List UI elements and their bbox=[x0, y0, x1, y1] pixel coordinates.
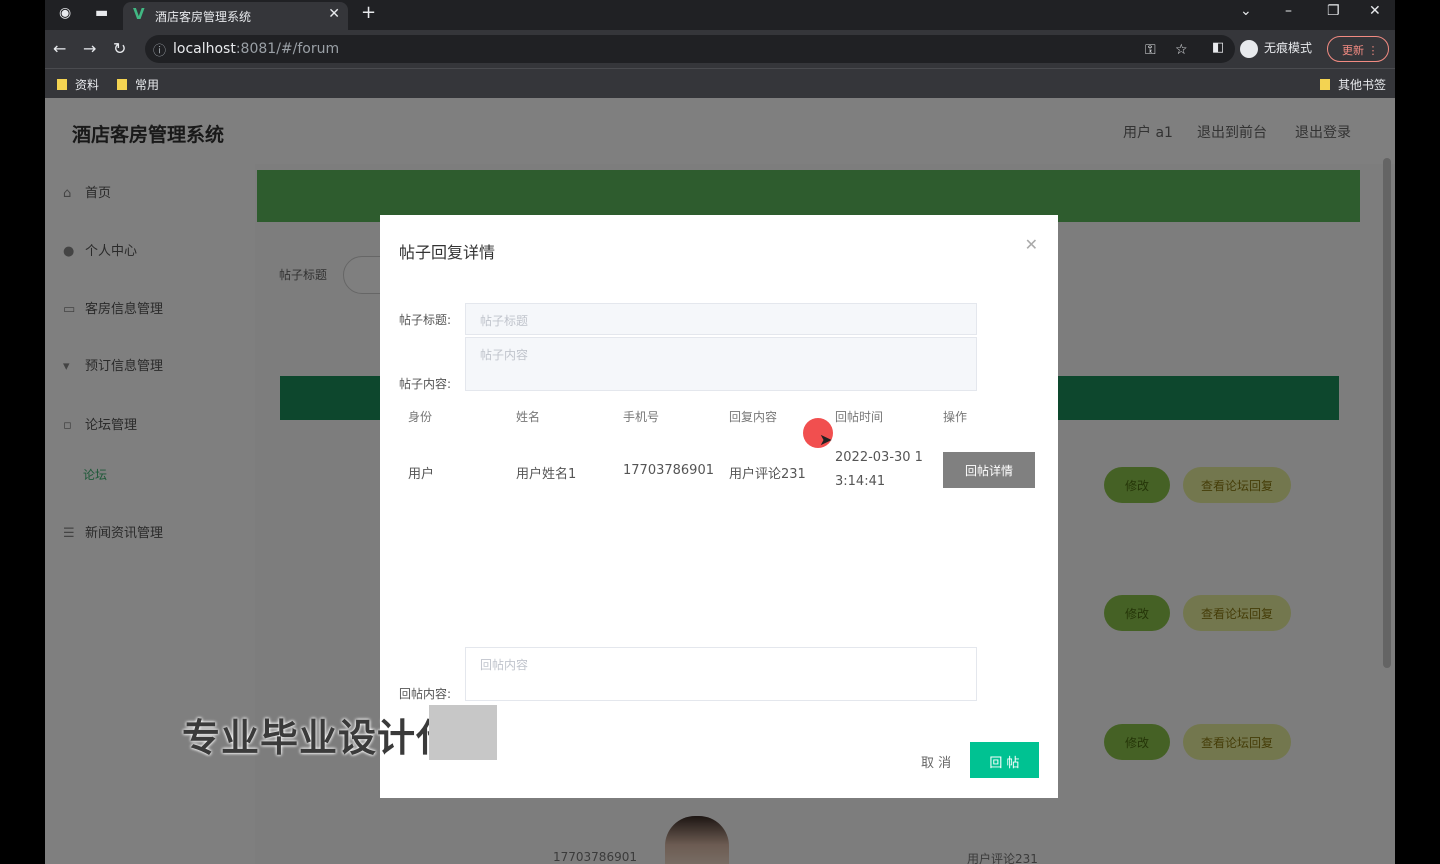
new-tab-icon[interactable]: + bbox=[361, 2, 376, 23]
submit-reply-button[interactable]: 回 帖 bbox=[970, 742, 1039, 778]
post-content-field[interactable]: 帖子内容 bbox=[465, 337, 977, 391]
cell-role: 用户 bbox=[408, 467, 435, 482]
reply-content-label: 回帖内容: bbox=[399, 687, 452, 701]
url-text: localhost:8081/#/forum bbox=[173, 41, 340, 57]
key-icon[interactable]: ⚿ bbox=[1145, 42, 1156, 58]
screen-border-left bbox=[0, 0, 45, 864]
browser-menu-icon[interactable]: ◉ bbox=[59, 5, 71, 21]
update-button[interactable]: 更新 ⋮ bbox=[1327, 36, 1389, 62]
screen-border-right bbox=[1395, 0, 1440, 864]
folder-icon bbox=[1320, 79, 1330, 90]
bookmark-folder-changyong[interactable]: 常用 bbox=[117, 76, 159, 93]
post-title-label: 帖子标题: bbox=[399, 313, 452, 327]
restore-icon[interactable]: ❐ bbox=[1327, 3, 1340, 19]
site-info-icon[interactable]: ⓘ bbox=[153, 40, 166, 59]
address-bar: ← → ↻ ⓘ localhost:8081/#/forum ⚿ ☆ ◧ 无痕模… bbox=[45, 30, 1395, 68]
cell-name: 用户姓名1 bbox=[516, 467, 577, 482]
cell-reply-content: 用户评论231 bbox=[729, 467, 806, 482]
reply-detail-button[interactable]: 回帖详情 bbox=[943, 452, 1035, 488]
bookmark-star-icon[interactable]: ☆ bbox=[1175, 42, 1188, 58]
back-icon[interactable]: ← bbox=[53, 39, 66, 58]
browser-window: ◉ ▬ V 酒店客房管理系统 ✕ + ⌄ – ❐ ✕ ← → ↻ ⓘ local… bbox=[45, 0, 1395, 864]
url-input[interactable]: ⓘ localhost:8081/#/forum ⚿ ☆ bbox=[145, 35, 1235, 63]
cell-time-line1: 2022-03-30 1 bbox=[835, 450, 923, 465]
reload-icon[interactable]: ↻ bbox=[113, 39, 126, 58]
forward-icon[interactable]: → bbox=[83, 39, 96, 58]
incognito-icon bbox=[1240, 39, 1258, 58]
dialog-close-icon[interactable]: ✕ bbox=[1025, 235, 1038, 254]
bookmarks-bar: 资料 常用 其他书签 bbox=[45, 68, 1395, 98]
col-name: 姓名 bbox=[516, 410, 541, 424]
folder-icon bbox=[117, 79, 127, 90]
incognito-indicator[interactable]: 无痕模式 bbox=[1240, 39, 1312, 58]
reply-content-field[interactable]: 回帖内容 bbox=[465, 647, 977, 701]
tab-close-icon[interactable]: ✕ bbox=[328, 6, 340, 22]
col-phone: 手机号 bbox=[623, 410, 660, 424]
side-panel-icon[interactable]: ◧ bbox=[1212, 40, 1224, 55]
bookmark-folder-ziliao[interactable]: 资料 bbox=[57, 76, 99, 93]
tab-list-icon[interactable]: ⌄ bbox=[1240, 3, 1252, 19]
col-role: 身份 bbox=[408, 410, 433, 424]
post-title-field[interactable]: 帖子标题 bbox=[465, 303, 977, 335]
dialog-title: 帖子回复详情 bbox=[399, 243, 496, 262]
tab-active[interactable]: V 酒店客房管理系统 ✕ bbox=[123, 2, 348, 30]
tab-bar: ◉ ▬ V 酒店客房管理系统 ✕ + ⌄ – ❐ ✕ bbox=[45, 0, 1395, 30]
folder-icon bbox=[57, 79, 67, 90]
cell-time-line2: 3:14:41 bbox=[835, 474, 886, 489]
mouse-cursor-icon: ➤ bbox=[819, 430, 833, 449]
col-action: 操作 bbox=[943, 410, 968, 424]
tab-title: 酒店客房管理系统 bbox=[155, 10, 252, 24]
minimize-icon[interactable]: – bbox=[1285, 3, 1292, 19]
watermark-blur-patch bbox=[429, 705, 497, 760]
col-reply-time: 回帖时间 bbox=[835, 410, 884, 424]
post-content-label: 帖子内容: bbox=[399, 377, 452, 391]
bookmark-folder-other[interactable]: 其他书签 bbox=[1320, 76, 1386, 93]
cancel-button[interactable]: 取 消 bbox=[921, 752, 951, 771]
tab-search-icon[interactable]: ▬ bbox=[95, 5, 108, 21]
cell-phone: 17703786901 bbox=[623, 463, 714, 478]
vue-logo-icon: V bbox=[133, 5, 145, 23]
col-reply-content: 回复内容 bbox=[729, 410, 778, 424]
close-window-icon[interactable]: ✕ bbox=[1369, 3, 1381, 19]
